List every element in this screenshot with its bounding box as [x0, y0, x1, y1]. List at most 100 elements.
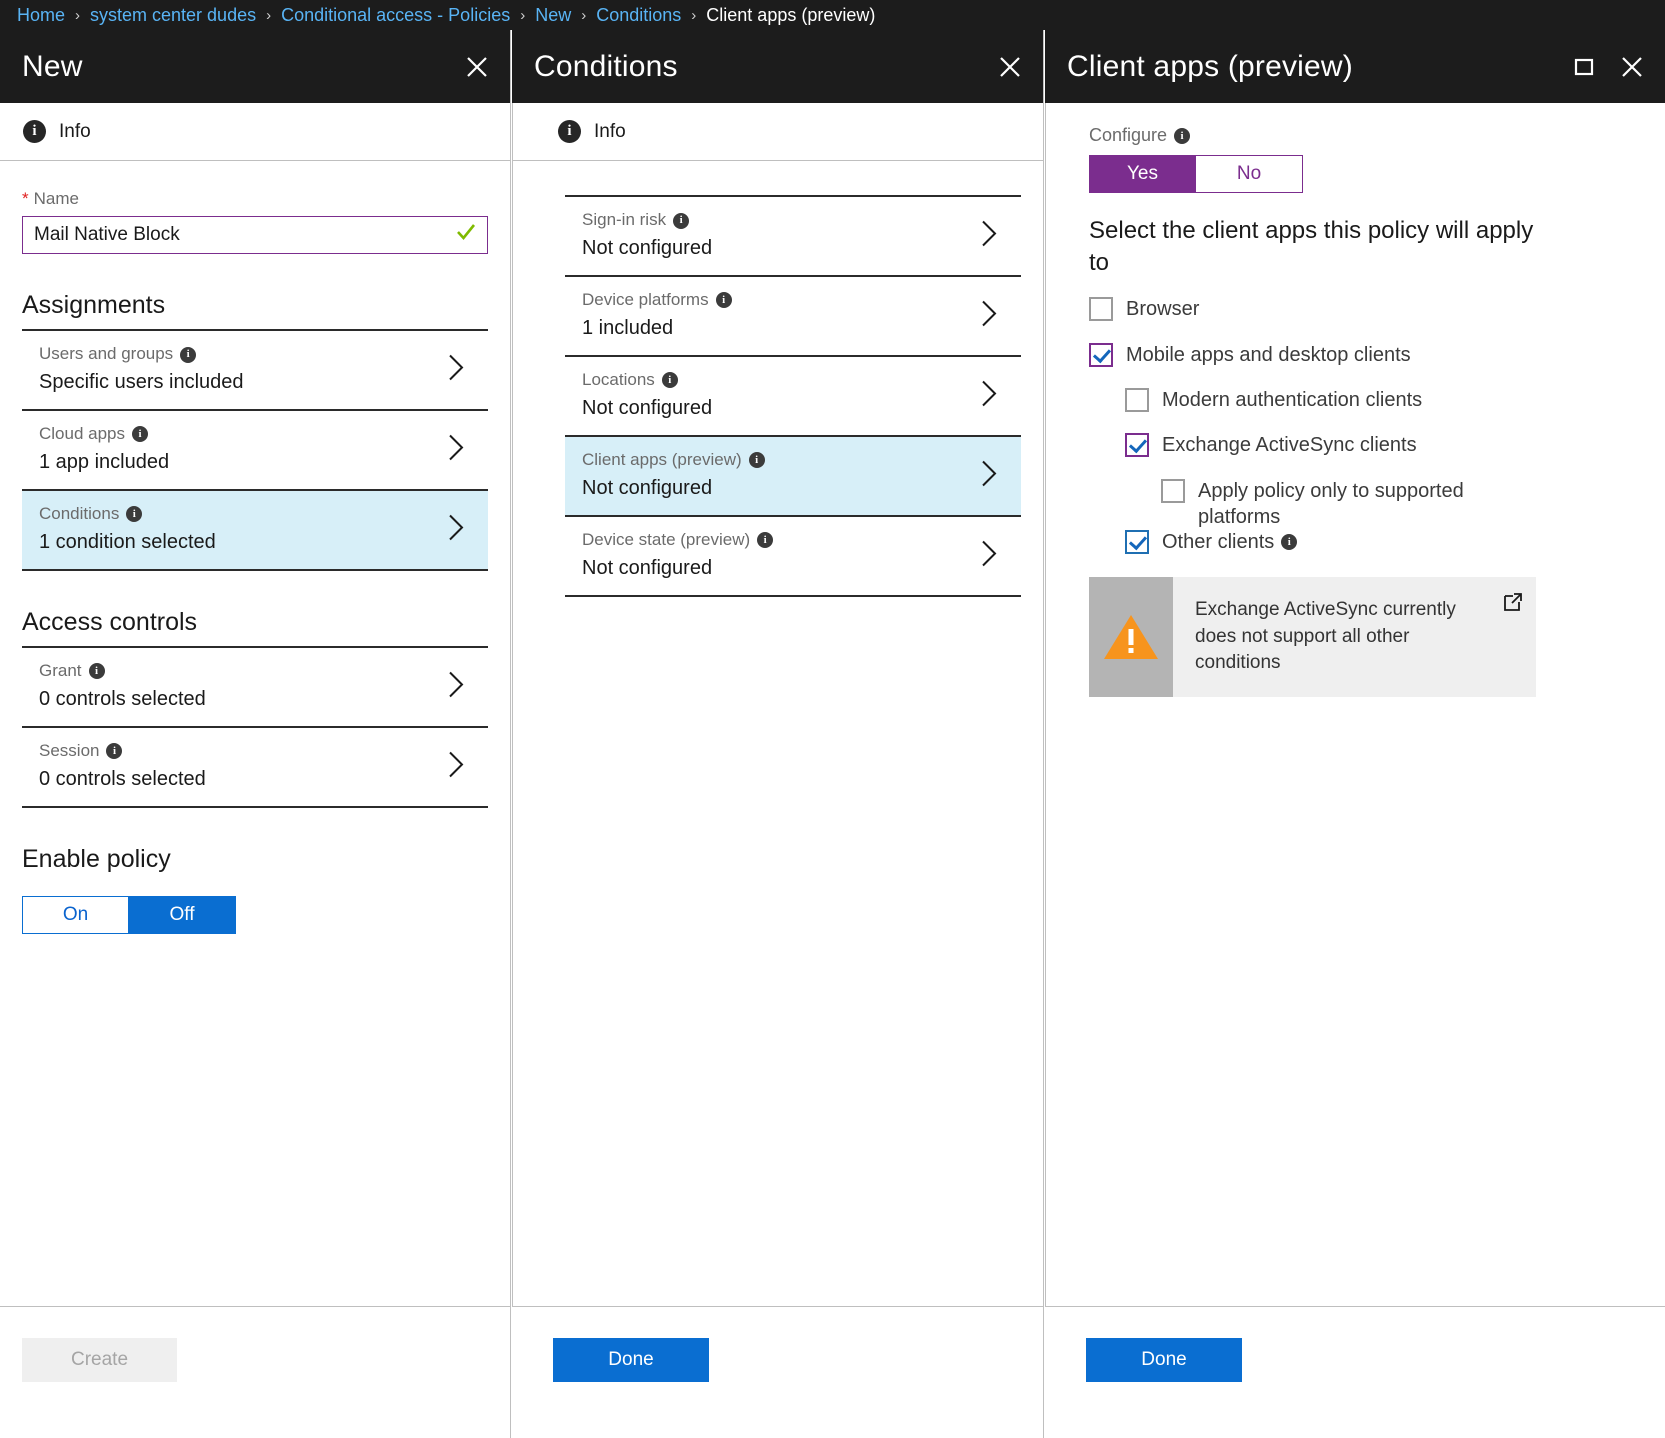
close-icon[interactable]	[464, 54, 490, 80]
info-icon: i	[180, 347, 196, 363]
enable-policy-off-option[interactable]: Off	[129, 896, 236, 934]
checkbox-row-modern-auth[interactable]: Modern authentication clients	[1125, 387, 1643, 413]
row-value-text: 1 condition selected	[39, 529, 448, 556]
row-value-text: Not configured	[582, 475, 981, 502]
row-conditions[interactable]: Conditionsi 1 condition selected	[22, 491, 488, 571]
row-client-apps[interactable]: Client apps (preview)i Not configured	[565, 437, 1021, 517]
configure-yes-option[interactable]: Yes	[1089, 155, 1196, 193]
modern-authentication-clients-checkbox[interactable]	[1125, 388, 1149, 412]
close-icon[interactable]	[997, 54, 1023, 80]
conditions-done-button[interactable]: Done	[553, 1338, 709, 1382]
blade-edge-divider	[512, 103, 513, 1438]
row-grant[interactable]: Granti 0 controls selected	[22, 648, 488, 728]
client-apps-blade-footer: Done	[1045, 1306, 1665, 1438]
info-icon: i	[673, 213, 689, 229]
info-icon: i	[106, 743, 122, 759]
checkbox-row-mobile-desktop[interactable]: Mobile apps and desktop clients	[1089, 342, 1643, 368]
blade-edge-divider	[1045, 103, 1046, 1438]
external-link-icon[interactable]	[1502, 591, 1524, 613]
info-icon: i	[23, 120, 46, 143]
client-apps-done-button[interactable]: Done	[1086, 1338, 1242, 1382]
new-info-bar[interactable]: i Info	[0, 103, 510, 161]
row-users-and-groups[interactable]: Users and groupsi Specific users include…	[22, 331, 488, 411]
conditions-blade-title: Conditions	[534, 50, 678, 84]
info-icon: i	[749, 452, 765, 468]
chevron-right-icon	[979, 298, 999, 333]
row-label-text: Locations	[582, 370, 655, 389]
new-blade-body: i Info * Name Mail Native Block Assignmen…	[0, 103, 510, 1438]
new-policy-blade: New i Info * Name Mail Native Block	[0, 30, 511, 1438]
new-blade-title: New	[22, 50, 83, 84]
chevron-right-icon	[979, 378, 999, 413]
warning-message: Exchange ActiveSync currently does not s…	[1195, 599, 1456, 673]
name-input[interactable]: Mail Native Block	[22, 216, 488, 254]
breadcrumb-separator-icon: ›	[75, 7, 80, 24]
row-session[interactable]: Sessioni 0 controls selected	[22, 728, 488, 808]
checkbox-label-text: Other clients	[1162, 531, 1274, 553]
client-apps-blade-body: Configurei Yes No Select the client apps…	[1045, 103, 1665, 1438]
checkbox-row-supported-platforms[interactable]: Apply policy only to supported platforms	[1161, 478, 1551, 531]
checkbox-row-browser[interactable]: Browser	[1089, 296, 1643, 322]
checkbox-label: Other clientsi	[1162, 529, 1297, 555]
breadcrumb-separator-icon: ›	[520, 7, 525, 24]
info-icon: i	[89, 663, 105, 679]
conditions-info-bar[interactable]: i Info	[512, 103, 1043, 161]
chevron-right-icon	[979, 218, 999, 253]
row-locations[interactable]: Locations i Not configured	[565, 357, 1021, 437]
client-apps-blade: Client apps (preview) Configurei Yes No	[1045, 30, 1665, 1438]
chevron-right-icon	[446, 669, 466, 704]
row-device-state[interactable]: Device state (preview) i Not configured	[565, 517, 1021, 597]
info-icon: i	[716, 292, 732, 308]
required-marker: *	[22, 189, 29, 208]
create-button[interactable]: Create	[22, 1338, 177, 1382]
breadcrumb-item-tenant[interactable]: system center dudes	[90, 5, 256, 26]
checkbox-label: Modern authentication clients	[1162, 387, 1422, 413]
breadcrumb-item-conditions[interactable]: Conditions	[596, 5, 681, 26]
mobile-apps-desktop-clients-checkbox[interactable]	[1089, 343, 1113, 367]
checkbox-row-exchange-activesync[interactable]: Exchange ActiveSync clients	[1125, 432, 1643, 458]
info-icon: i	[132, 426, 148, 442]
new-blade-header: New	[0, 30, 510, 103]
exchange-activesync-clients-checkbox[interactable]	[1125, 433, 1149, 457]
browser-checkbox[interactable]	[1089, 297, 1113, 321]
row-label-text: Device state (preview)	[582, 530, 750, 549]
breadcrumb-item-client-apps: Client apps (preview)	[706, 5, 875, 26]
row-device-platforms[interactable]: Device platformsi 1 included	[565, 277, 1021, 357]
enable-policy-on-option[interactable]: On	[22, 896, 129, 934]
name-label-text: Name	[34, 189, 79, 208]
info-icon: i	[757, 532, 773, 548]
assignments-heading: Assignments	[22, 291, 488, 320]
other-clients-checkbox[interactable]	[1125, 530, 1149, 554]
info-icon: i	[662, 372, 678, 388]
chevron-right-icon	[979, 458, 999, 493]
configure-no-option[interactable]: No	[1196, 155, 1303, 193]
chevron-right-icon	[446, 432, 466, 467]
maximize-icon[interactable]	[1571, 54, 1597, 80]
row-value-text: Not configured	[582, 235, 981, 262]
checkbox-row-other-clients[interactable]: Other clientsi	[1125, 529, 1643, 555]
checkbox-label: Mobile apps and desktop clients	[1126, 342, 1411, 368]
checkbox-label: Browser	[1126, 296, 1199, 322]
enable-policy-toggle[interactable]: On Off	[22, 896, 236, 934]
checkbox-label: Exchange ActiveSync clients	[1162, 432, 1417, 458]
row-label-text: Session	[39, 741, 99, 760]
row-cloud-apps[interactable]: Cloud appsi 1 app included	[22, 411, 488, 491]
close-icon[interactable]	[1619, 54, 1645, 80]
breadcrumb-item-home[interactable]: Home	[17, 5, 65, 26]
row-value-text: Not configured	[582, 555, 981, 582]
row-label-text: Users and groups	[39, 344, 173, 363]
row-label-text: Conditions	[39, 504, 119, 523]
row-sign-in-risk[interactable]: Sign-in riski Not configured	[565, 197, 1021, 277]
breadcrumb-separator-icon: ›	[266, 7, 271, 24]
breadcrumb-item-new[interactable]: New	[535, 5, 571, 26]
apply-policy-supported-platforms-checkbox[interactable]	[1161, 479, 1185, 503]
info-label: Info	[59, 121, 91, 143]
configure-toggle[interactable]: Yes No	[1089, 155, 1303, 193]
warning-banner: Exchange ActiveSync currently does not s…	[1089, 577, 1536, 697]
chevron-right-icon	[446, 512, 466, 547]
info-label: Info	[594, 121, 626, 143]
row-label-text: Device platforms	[582, 290, 709, 309]
row-value-text: Not configured	[582, 395, 981, 422]
row-label-text: Grant	[39, 661, 82, 680]
breadcrumb-item-conditional-access[interactable]: Conditional access - Policies	[281, 5, 510, 26]
